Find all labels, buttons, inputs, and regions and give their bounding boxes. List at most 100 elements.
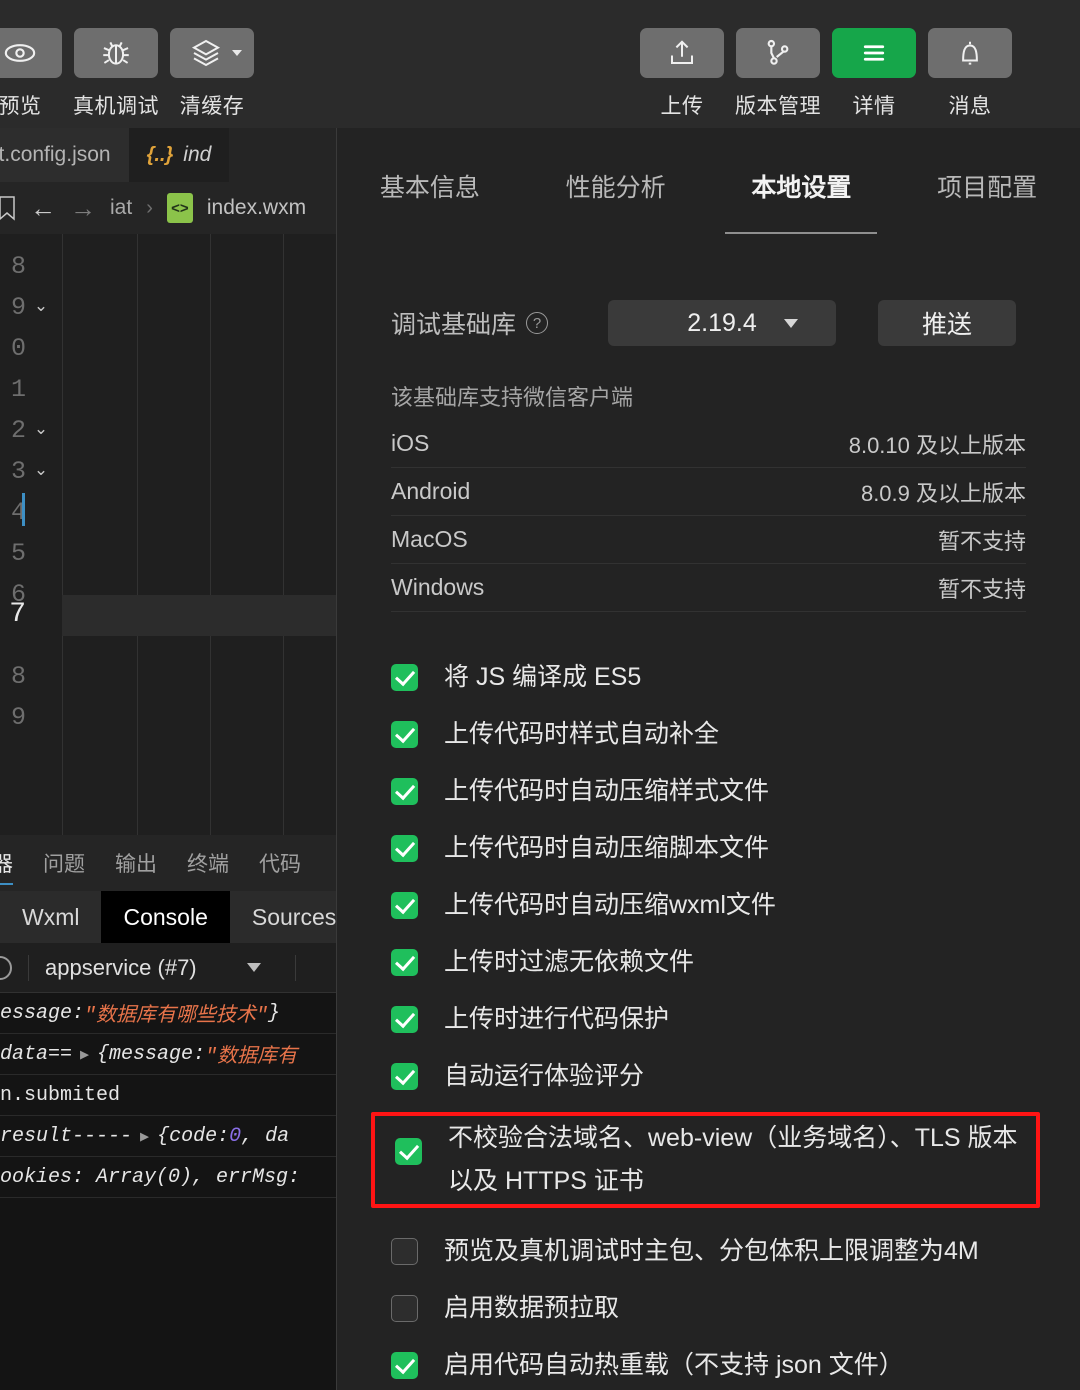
setting-row-style-autocomplete[interactable]: 上传代码时样式自动补全 bbox=[391, 709, 1026, 766]
setting-row-data-prefetch[interactable]: 启用数据预拉取 bbox=[391, 1283, 1026, 1340]
panel-tab-code[interactable]: 代码 bbox=[259, 835, 301, 891]
checkbox[interactable] bbox=[395, 1138, 422, 1165]
devtools-tab-console[interactable]: Console bbox=[101, 891, 230, 943]
expand-triangle-icon[interactable]: ▶ bbox=[80, 1045, 89, 1064]
setting-row-compress-wxml[interactable]: 上传代码时自动压缩wxml文件 bbox=[391, 880, 1026, 937]
tab-basic-info[interactable]: 基本信息 bbox=[337, 168, 523, 234]
tab-label: 本地设置 bbox=[751, 174, 852, 202]
setting-label: 上传代码时自动压缩wxml文件 bbox=[444, 891, 776, 919]
chevron-down-icon[interactable] bbox=[246, 963, 261, 972]
preview-button[interactable]: 预览 bbox=[0, 28, 62, 120]
clear-cache-button[interactable]: 清缓存 bbox=[170, 28, 254, 120]
line-number: 0 bbox=[10, 334, 26, 363]
breadcrumb: ← → iat › <> index.wxm bbox=[0, 182, 336, 234]
checkbox[interactable] bbox=[391, 1352, 418, 1379]
platform-name: iOS bbox=[391, 430, 430, 456]
forward-arrow-icon[interactable]: → bbox=[70, 193, 96, 224]
push-button[interactable]: 推送 bbox=[878, 300, 1017, 346]
console-text: essage: bbox=[0, 1001, 85, 1025]
checkbox[interactable] bbox=[391, 1063, 418, 1090]
platform-name: MacOS bbox=[391, 526, 468, 552]
console-text: , da bbox=[241, 1124, 290, 1148]
code-editor[interactable]: 8 9 ⌄ 0 1 2 ⌄ 3 ⌄ 4 5 6 7 8 9 bbox=[0, 234, 336, 835]
checkbox[interactable] bbox=[391, 949, 418, 976]
expand-triangle-icon[interactable]: ▶ bbox=[140, 1127, 149, 1146]
console-line[interactable]: n.submited bbox=[0, 1075, 336, 1116]
setting-row-compress-style[interactable]: 上传代码时自动压缩样式文件 bbox=[391, 766, 1026, 823]
wxml-file-icon: <> bbox=[166, 193, 193, 223]
tab-label: 性能分析 bbox=[565, 174, 666, 202]
bookmark-icon[interactable] bbox=[0, 195, 16, 221]
panel-tab-debugger[interactable]: 器 bbox=[0, 835, 13, 891]
checkbox[interactable] bbox=[391, 778, 418, 805]
platform-version: 8.0.9 及以上版本 bbox=[860, 480, 1026, 506]
upload-chip[interactable] bbox=[640, 28, 724, 78]
setting-row-package-size-4m[interactable]: 预览及真机调试时主包、分包体积上限调整为4M bbox=[391, 1226, 1026, 1283]
upload-button[interactable]: 上传 bbox=[640, 28, 724, 120]
checkbox[interactable] bbox=[391, 721, 418, 748]
divider bbox=[28, 954, 29, 981]
messages-chip[interactable] bbox=[928, 28, 1012, 78]
line-number: 5 bbox=[10, 539, 26, 568]
panel-tab-label: 输出 bbox=[115, 853, 157, 876]
table-row: MacOS 暂不支持 bbox=[391, 516, 1026, 564]
checkbox[interactable] bbox=[391, 1006, 418, 1033]
setting-row-code-protection[interactable]: 上传时进行代码保护 bbox=[391, 994, 1026, 1051]
chevron-down-icon[interactable] bbox=[784, 318, 799, 328]
details-panel: 基本信息 性能分析 本地设置 项目配置 调试基础库 ? 2.19.4 推送 该基… bbox=[336, 128, 1080, 1390]
setting-row-es5[interactable]: 将 JS 编译成 ES5 bbox=[391, 652, 1026, 709]
fold-chevron-icon[interactable]: ⌄ bbox=[30, 419, 52, 439]
console-line[interactable]: result----- ▶ {code: 0 , da bbox=[0, 1116, 336, 1157]
console-line[interactable]: essage: "数据库有哪些技术" } bbox=[0, 993, 336, 1034]
console-line[interactable]: ookies: Array(0), errMsg: bbox=[0, 1157, 336, 1198]
devtools-tab-sources[interactable]: Sources bbox=[230, 891, 336, 943]
debug-library-version-select[interactable]: 2.19.4 bbox=[608, 300, 837, 346]
checkbox[interactable] bbox=[391, 1295, 418, 1322]
fold-chevron-icon[interactable]: ⌄ bbox=[30, 460, 52, 480]
console-empty-area[interactable] bbox=[0, 1200, 336, 1390]
table-row: Windows 暂不支持 bbox=[391, 564, 1026, 612]
checkbox[interactable] bbox=[391, 892, 418, 919]
console-line[interactable]: data== ▶ {message: "数据库有 bbox=[0, 1034, 336, 1075]
console-context-bar: appservice (#7) bbox=[0, 943, 336, 993]
preview-chip[interactable] bbox=[0, 28, 62, 78]
version-management-button[interactable]: 版本管理 bbox=[735, 28, 821, 120]
setting-row-skip-domain-check[interactable]: 不校验合法域名、web-view（业务域名）、TLS 版本以及 HTTPS 证书 bbox=[371, 1112, 1040, 1208]
tab-project-config[interactable]: 项目配置 bbox=[894, 168, 1080, 234]
clear-console-icon[interactable] bbox=[0, 955, 12, 980]
setting-row-auto-experience-score[interactable]: 自动运行体验评分 bbox=[391, 1051, 1026, 1108]
breadcrumb-folder[interactable]: iat bbox=[110, 196, 132, 220]
panel-tab-label: 器 bbox=[0, 853, 13, 876]
checkbox[interactable] bbox=[391, 835, 418, 862]
chevron-down-icon[interactable] bbox=[232, 50, 242, 56]
editor-tab-index[interactable]: {..} ind bbox=[128, 128, 230, 182]
fold-chevron-icon[interactable]: ⌄ bbox=[30, 296, 52, 316]
back-arrow-icon[interactable]: ← bbox=[30, 193, 56, 224]
messages-button[interactable]: 消息 bbox=[928, 28, 1012, 120]
checkbox[interactable] bbox=[391, 1238, 418, 1265]
devtools-tab-wxml[interactable]: Wxml bbox=[0, 891, 101, 943]
real-device-debug-chip[interactable] bbox=[74, 28, 158, 78]
breadcrumb-file[interactable]: index.wxm bbox=[207, 196, 306, 220]
details-tab-bar: 基本信息 性能分析 本地设置 项目配置 bbox=[337, 128, 1080, 238]
platform-version: 8.0.10 及以上版本 bbox=[848, 432, 1026, 458]
panel-tab-problems[interactable]: 问题 bbox=[43, 835, 85, 891]
tab-performance[interactable]: 性能分析 bbox=[523, 168, 709, 234]
setting-row-filter-unused[interactable]: 上传时过滤无依赖文件 bbox=[391, 937, 1026, 994]
bell-icon bbox=[962, 41, 978, 65]
version-management-chip[interactable] bbox=[736, 28, 820, 78]
setting-row-hot-reload[interactable]: 启用代码自动热重载（不支持 json 文件） bbox=[391, 1340, 1026, 1390]
setting-row-compress-script[interactable]: 上传代码时自动压缩脚本文件 bbox=[391, 823, 1026, 880]
question-mark-icon[interactable]: ? bbox=[526, 312, 549, 334]
console-context-select[interactable]: appservice (#7) bbox=[45, 955, 197, 981]
devtools-tab-label: Wxml bbox=[22, 903, 80, 930]
details-chip[interactable] bbox=[832, 28, 916, 78]
panel-tab-terminal[interactable]: 终端 bbox=[187, 835, 229, 891]
clear-cache-chip[interactable] bbox=[170, 28, 254, 78]
panel-tab-output[interactable]: 输出 bbox=[115, 835, 157, 891]
real-device-debug-button[interactable]: 真机调试 bbox=[73, 28, 159, 120]
editor-tab-project-config[interactable]: oject.config.json bbox=[0, 128, 129, 182]
details-button[interactable]: 详情 bbox=[832, 28, 916, 120]
checkbox[interactable] bbox=[391, 664, 418, 691]
tab-local-settings[interactable]: 本地设置 bbox=[709, 168, 895, 234]
